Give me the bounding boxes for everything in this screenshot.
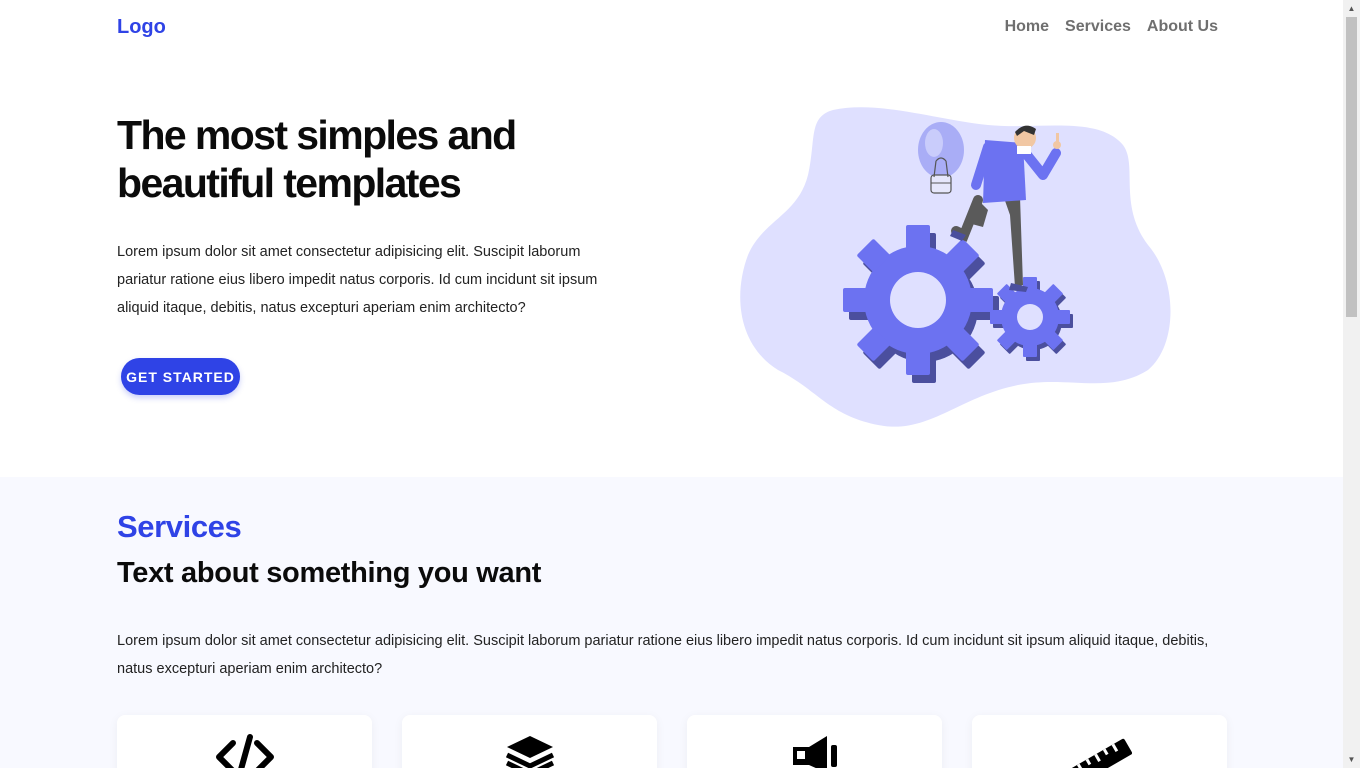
get-started-button[interactable]: GET STARTED (121, 358, 240, 395)
megaphone-icon (783, 733, 847, 768)
service-cards (117, 715, 1227, 768)
vertical-scrollbar[interactable]: ▲ ▼ (1343, 0, 1360, 768)
hero-illustration (740, 107, 1171, 427)
services-section: Services Text about something you want L… (0, 477, 1343, 768)
services-subtitle: Text about something you want (117, 557, 542, 589)
scrollbar-thumb[interactable] (1346, 17, 1357, 317)
page: Logo Home Services About Us The most sim… (0, 0, 1343, 768)
code-icon (213, 733, 277, 768)
hero-title: The most simples and beautiful templates (117, 112, 517, 206)
nav-services[interactable]: Services (1065, 18, 1131, 36)
site-header: Logo Home Services About Us (0, 0, 1343, 58)
services-title: Services (117, 509, 242, 544)
scroll-down-arrow-icon[interactable]: ▼ (1343, 751, 1360, 768)
scroll-up-arrow-icon[interactable]: ▲ (1343, 0, 1360, 17)
ruler-icon (1068, 733, 1132, 768)
nav-about-us[interactable]: About Us (1147, 18, 1218, 36)
layers-icon (498, 733, 562, 768)
hero-text: Lorem ipsum dolor sit amet consectetur a… (117, 244, 598, 316)
service-card-code[interactable] (117, 715, 372, 768)
logo[interactable]: Logo (117, 16, 166, 39)
service-card-layers[interactable] (402, 715, 657, 768)
services-text: Lorem ipsum dolor sit amet consectetur a… (117, 633, 1209, 677)
service-card-design[interactable] (972, 715, 1227, 768)
main-nav: Home Services About Us (1005, 18, 1218, 36)
nav-home[interactable]: Home (1005, 18, 1049, 36)
service-card-marketing[interactable] (687, 715, 942, 768)
